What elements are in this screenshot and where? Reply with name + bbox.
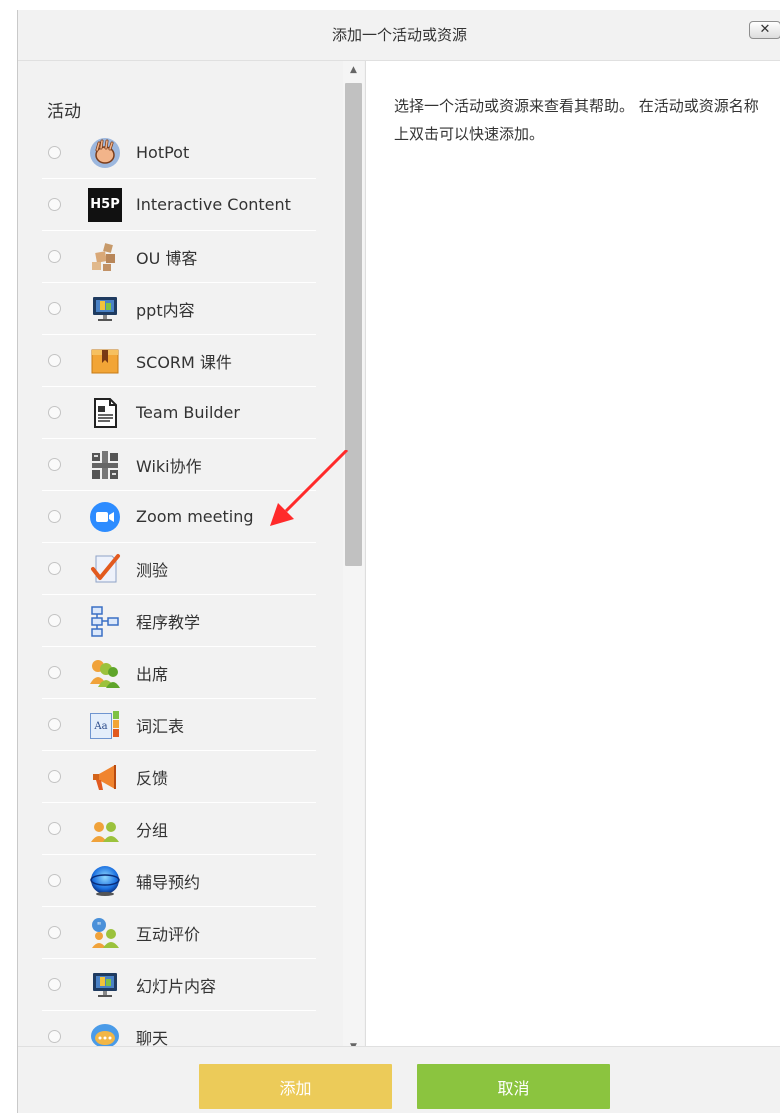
option-lesson[interactable]: 程序教学 <box>42 595 316 647</box>
option-scorm[interactable]: SCORM 课件 <box>42 335 316 387</box>
option-label: 程序教学 <box>136 612 201 632</box>
option-label: OU 博客 <box>136 248 198 268</box>
option-interactive-content[interactable]: H5P Interactive Content <box>42 179 316 231</box>
radio-button[interactable] <box>48 510 61 523</box>
option-label: 互动评价 <box>136 924 201 944</box>
option-team-builder[interactable]: Team Builder <box>42 387 316 439</box>
radio-button[interactable] <box>48 302 61 315</box>
option-label: 辅导预约 <box>136 872 201 892</box>
option-label: 幻灯片内容 <box>136 976 217 996</box>
option-hotpot[interactable]: HotPot <box>42 127 316 179</box>
option-label: Team Builder <box>136 403 240 422</box>
option-label: Wiki协作 <box>136 456 202 476</box>
activity-list-scrollbar[interactable]: ▲ ▼ <box>343 61 364 1056</box>
option-label: HotPot <box>136 143 190 162</box>
option-glossary[interactable]: Aa 词汇表 <box>42 699 316 751</box>
feedback-megaphone-icon <box>87 759 123 795</box>
option-attendance[interactable]: 出席 <box>42 647 316 699</box>
radio-button[interactable] <box>48 354 61 367</box>
svg-text:": " <box>97 921 102 932</box>
h5p-icon-text: H5P <box>88 187 122 222</box>
option-feedback[interactable]: 反馈 <box>42 751 316 803</box>
lesson-flowchart-icon <box>87 603 123 639</box>
option-label: 反馈 <box>136 768 169 788</box>
add-activity-dialog: 添加一个活动或资源 ✕ 活动 HotPot H5P Interactive Co… <box>17 10 780 1113</box>
option-slides[interactable]: 幻灯片内容 <box>42 959 316 1011</box>
add-button[interactable]: 添加 <box>199 1064 392 1109</box>
option-label: 聊天 <box>136 1028 169 1048</box>
option-label: Zoom meeting <box>136 507 254 526</box>
radio-button[interactable] <box>48 458 61 471</box>
radio-button[interactable] <box>48 406 61 419</box>
dialog-footer: 添加 取消 <box>18 1046 780 1113</box>
radio-button[interactable] <box>48 822 61 835</box>
activity-option-list: HotPot H5P Interactive Content OU 博客 ppt… <box>42 127 316 1056</box>
radio-button[interactable] <box>48 978 61 991</box>
close-button[interactable]: ✕ <box>749 21 780 39</box>
radio-button[interactable] <box>48 666 61 679</box>
h5p-icon: H5P <box>87 187 123 223</box>
option-wiki[interactable]: Wiki协作 <box>42 439 316 491</box>
radio-button[interactable] <box>48 198 61 211</box>
radio-button[interactable] <box>48 874 61 887</box>
option-label: 出席 <box>136 664 169 684</box>
quiz-checkmark-icon <box>87 551 123 587</box>
ou-blog-icon <box>87 239 123 275</box>
activity-list-panel: 活动 HotPot H5P Interactive Content OU 博客 … <box>18 61 366 1056</box>
radio-button[interactable] <box>48 1030 61 1043</box>
option-label: 词汇表 <box>136 716 185 736</box>
radio-button[interactable] <box>48 562 61 575</box>
option-zoom-meeting[interactable]: Zoom meeting <box>42 491 316 543</box>
option-label: SCORM 课件 <box>136 352 232 372</box>
option-label: Interactive Content <box>136 195 291 214</box>
group-people-icon <box>87 811 123 847</box>
hotpot-hand-icon <box>87 135 123 171</box>
section-label-activities: 活动 <box>47 102 81 122</box>
slides-monitor-icon <box>87 967 123 1003</box>
option-quiz[interactable]: 测验 <box>42 543 316 595</box>
scroll-up-arrow-icon[interactable]: ▲ <box>343 61 364 79</box>
zoom-camera-icon <box>87 499 123 535</box>
team-builder-document-icon <box>87 395 123 431</box>
scheduler-globe-icon <box>87 863 123 899</box>
radio-button[interactable] <box>48 146 61 159</box>
radio-button[interactable] <box>48 718 61 731</box>
close-icon: ✕ <box>759 22 771 37</box>
radio-button[interactable] <box>48 614 61 627</box>
option-label: 分组 <box>136 820 169 840</box>
glossary-icon-text: Aa <box>90 712 112 739</box>
help-text: 选择一个活动或资源来查看其帮助。 在活动或资源名称上双击可以快速添加。 <box>394 97 759 143</box>
dialog-title: 添加一个活动或资源 <box>331 26 467 44</box>
radio-button[interactable] <box>48 770 61 783</box>
glossary-book-icon: Aa <box>87 707 123 743</box>
ppt-monitor-icon <box>87 291 123 327</box>
dialog-header: 添加一个活动或资源 ✕ <box>18 10 780 61</box>
radio-button[interactable] <box>48 250 61 263</box>
wiki-blocks-icon <box>87 447 123 483</box>
scrollbar-thumb[interactable] <box>345 83 362 566</box>
option-scheduler[interactable]: 辅导预约 <box>42 855 316 907</box>
peer-review-icon: " <box>87 915 123 951</box>
option-label: ppt内容 <box>136 300 195 320</box>
option-ou-blog[interactable]: OU 博客 <box>42 231 316 283</box>
scorm-package-icon <box>87 343 123 379</box>
option-group[interactable]: 分组 <box>42 803 316 855</box>
option-ppt[interactable]: ppt内容 <box>42 283 316 335</box>
option-label: 测验 <box>136 560 169 580</box>
attendance-people-icon <box>87 655 123 691</box>
radio-button[interactable] <box>48 926 61 939</box>
option-peer-review[interactable]: " 互动评价 <box>42 907 316 959</box>
cancel-button[interactable]: 取消 <box>417 1064 610 1109</box>
